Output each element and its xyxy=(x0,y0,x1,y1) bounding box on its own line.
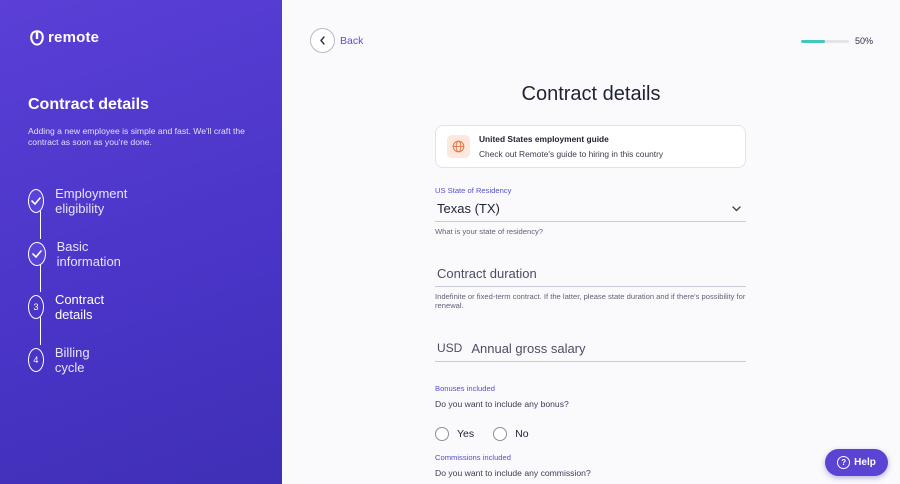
bonus-no-label[interactable]: No xyxy=(515,428,528,440)
page-title: Contract details xyxy=(521,83,661,105)
step-label: Employment eligibility xyxy=(55,186,128,216)
step-billing-cycle[interactable]: 4 Billing cycle xyxy=(28,345,98,375)
step-contract-details[interactable]: 3 Contract details xyxy=(28,292,112,322)
progress-fill xyxy=(801,40,825,43)
step-employment-eligibility[interactable]: Employment eligibility xyxy=(28,186,135,216)
bonuses-radio-group: Yes No xyxy=(435,427,746,441)
state-field: US State of Residency Texas (TX) What is… xyxy=(435,186,746,236)
back-link[interactable]: Back xyxy=(340,35,363,47)
help-icon: ? xyxy=(837,456,851,469)
sidebar: remote Contract details Adding a new emp… xyxy=(0,0,282,484)
salary-placeholder: Annual gross salary xyxy=(471,340,586,356)
commissions-question: Do you want to include any commission? xyxy=(435,468,591,478)
bonuses-label: Bonuses included xyxy=(435,384,495,393)
bonus-yes-label[interactable]: Yes xyxy=(457,428,474,440)
duration-help: Indefinite or fixed-term contract. If th… xyxy=(435,292,746,310)
currency-label: USD xyxy=(437,341,463,355)
country-guide-card[interactable]: United States employment guide Check out… xyxy=(435,125,746,168)
step-label: Billing cycle xyxy=(54,345,90,375)
globe-icon xyxy=(447,135,470,158)
step-basic-information[interactable]: Basic information xyxy=(28,239,127,269)
commissions-field: Commissions included Do you want to incl… xyxy=(435,453,746,478)
sidebar-description: Adding a new employee is simple and fast… xyxy=(28,126,245,147)
check-icon xyxy=(28,189,45,213)
contract-duration-input[interactable]: Contract duration xyxy=(435,260,746,287)
step-label: Contract details xyxy=(54,292,105,322)
bonuses-question: Do you want to include any bonus? xyxy=(435,399,569,409)
progress-percent: 50% xyxy=(855,36,874,46)
chevron-left-icon xyxy=(319,32,326,50)
duration-field: Contract duration Indefinite or fixed-te… xyxy=(435,260,746,310)
step-number: 3 xyxy=(28,295,44,319)
bonus-yes-radio[interactable] xyxy=(435,427,449,441)
guide-title: United States employment guide xyxy=(479,134,609,144)
help-label: Help xyxy=(854,457,876,468)
duration-placeholder: Contract duration xyxy=(437,265,537,281)
check-icon xyxy=(28,242,46,266)
salary-field: USD Annual gross salary xyxy=(435,335,746,362)
remote-logo[interactable]: remote xyxy=(30,29,99,46)
step-label: Basic information xyxy=(56,239,121,269)
bonus-no-radio[interactable] xyxy=(493,427,508,441)
state-select[interactable]: Texas (TX) xyxy=(435,195,746,222)
annual-salary-input[interactable]: USD Annual gross salary xyxy=(435,335,746,362)
progress-bar xyxy=(801,40,849,43)
main-content: Back 50% Contract details United States … xyxy=(282,0,900,484)
sidebar-title: Contract details xyxy=(28,96,149,113)
step-number: 4 xyxy=(28,348,44,372)
commissions-label: Commissions included xyxy=(435,453,511,462)
logo-text: remote xyxy=(48,29,100,46)
remote-logo-icon xyxy=(30,29,44,46)
state-label: US State of Residency xyxy=(435,186,512,195)
help-button[interactable]: ? Help xyxy=(825,449,888,476)
chevron-down-icon xyxy=(732,199,741,217)
bonuses-field: Bonuses included Do you want to include … xyxy=(435,384,746,441)
guide-subtitle: Check out Remote's guide to hiring in th… xyxy=(479,149,664,159)
state-value: Texas (TX) xyxy=(437,200,500,216)
back-button[interactable] xyxy=(310,28,335,53)
state-help: What is your state of residency? xyxy=(435,227,544,236)
